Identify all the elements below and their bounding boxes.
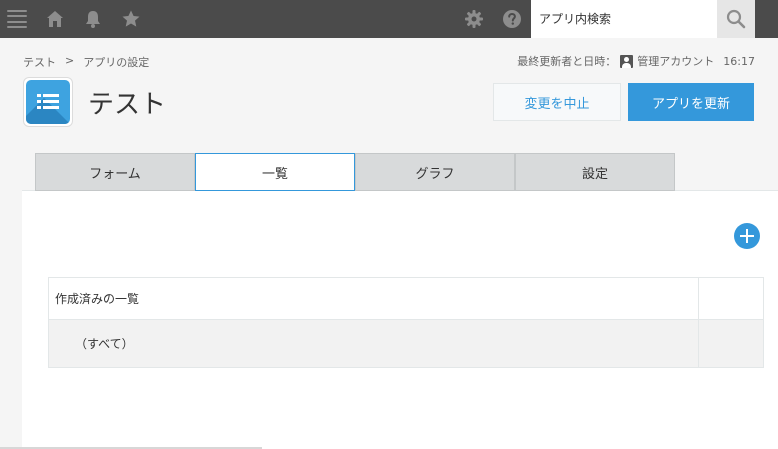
app-search-input[interactable]	[531, 0, 717, 38]
app-icon	[23, 77, 73, 127]
home-icon[interactable]	[44, 0, 66, 38]
menu-icon[interactable]	[6, 0, 28, 38]
table-header-actions	[698, 277, 764, 320]
breadcrumb-current: アプリの設定	[83, 56, 150, 69]
tab-views[interactable]: 一覧	[195, 153, 355, 191]
app-title: テスト	[88, 90, 167, 120]
search-icon	[726, 9, 746, 29]
breadcrumb-separator: >	[65, 54, 75, 67]
gear-icon[interactable]	[463, 0, 485, 38]
top-bar	[0, 0, 778, 38]
last-updated-label: 最終更新者と日時：	[517, 55, 617, 68]
views-table: 作成済みの一覧 （すべて）	[48, 277, 764, 368]
breadcrumb-root-link[interactable]: テスト	[23, 54, 56, 70]
user-icon	[620, 54, 634, 68]
list-app-icon	[37, 94, 59, 109]
tab-form[interactable]: フォーム	[35, 153, 195, 191]
last-updated-time: 16:17	[723, 54, 755, 68]
cancel-changes-button[interactable]: 変更を中止	[493, 83, 621, 121]
last-updated-info: 最終更新者と日時： 管理アカウント 16:17	[517, 53, 755, 69]
view-row-actions	[698, 319, 764, 368]
star-icon[interactable]	[120, 0, 142, 38]
update-app-button[interactable]: アプリを更新	[628, 83, 754, 121]
bell-icon[interactable]	[82, 0, 104, 38]
search-button[interactable]	[717, 0, 755, 38]
help-icon[interactable]	[501, 0, 523, 38]
view-name[interactable]: （すべて）	[48, 319, 699, 368]
add-view-button[interactable]	[734, 223, 760, 249]
plus-icon	[740, 229, 754, 243]
last-updated-user[interactable]: 管理アカウント	[637, 53, 714, 69]
table-row[interactable]: （すべて）	[48, 319, 764, 368]
views-table-header: 作成済みの一覧	[48, 277, 699, 320]
table-header-row: 作成済みの一覧	[48, 277, 764, 320]
tab-graphs[interactable]: グラフ	[355, 153, 515, 191]
tab-settings[interactable]: 設定	[515, 153, 675, 191]
settings-tabs: フォーム 一覧 グラフ 設定	[35, 153, 675, 191]
breadcrumb: テスト > アプリの設定	[23, 54, 149, 70]
